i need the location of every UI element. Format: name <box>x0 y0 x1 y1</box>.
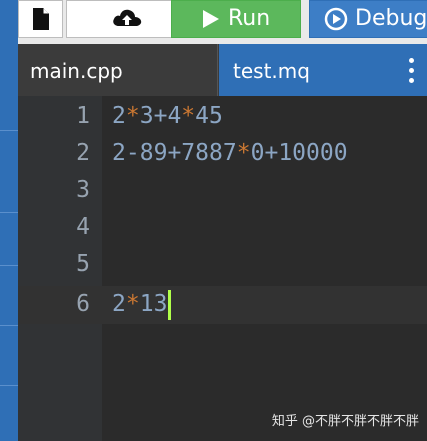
watermark: 知乎 @不胖不胖不胖不胖 <box>271 414 419 429</box>
cloud-upload-icon <box>113 9 142 26</box>
file-icon <box>33 8 49 30</box>
line-code: 2*3+4*45 <box>112 98 223 135</box>
tab-test-mq[interactable]: test.mq <box>219 44 412 96</box>
line-number: 2 <box>76 140 90 166</box>
toolbar: Run Debug <box>18 0 427 44</box>
line-number: 6 <box>76 291 90 317</box>
text-cursor <box>168 289 172 320</box>
line-number: 5 <box>76 251 90 277</box>
code-line[interactable]: 4 <box>0 209 427 246</box>
tab-main-cpp[interactable]: main.cpp <box>18 44 218 96</box>
line-number: 1 <box>76 103 90 129</box>
tab-more-button[interactable] <box>395 44 427 96</box>
file-tabs: main.cpp test.mq <box>18 44 427 96</box>
run-button[interactable]: Run <box>171 0 301 38</box>
code-line[interactable]: 3 <box>0 172 427 209</box>
code-text: 2*13 <box>112 291 168 317</box>
code-line[interactable]: 5 <box>0 246 427 283</box>
debug-button[interactable]: Debug <box>309 0 427 38</box>
upload-button[interactable] <box>66 0 184 38</box>
code-text: 2*3+4*45 <box>112 103 223 129</box>
code-line[interactable]: 1 2*3+4*45 <box>0 98 427 135</box>
play-icon <box>203 10 219 28</box>
more-vertical-icon <box>409 58 414 88</box>
code-line-current[interactable]: 6 2*13 <box>0 286 427 323</box>
new-file-button[interactable] <box>18 0 63 38</box>
line-number: 3 <box>76 177 90 203</box>
debug-button-label: Debug <box>355 6 427 31</box>
code-text: 2-89+7887*0+10000 <box>112 140 348 166</box>
line-code: 2-89+7887*0+10000 <box>112 135 348 172</box>
tab-label: main.cpp <box>30 59 123 83</box>
tab-label: test.mq <box>233 59 310 83</box>
line-code: 2*13 <box>112 286 172 323</box>
play-circle-icon <box>324 7 348 31</box>
code-lines[interactable]: 1 2*3+4*45 2 2-89+7887*0+10000 3 4 5 6 2… <box>0 96 427 441</box>
code-line[interactable]: 2 2-89+7887*0+10000 <box>0 135 427 172</box>
run-button-label: Run <box>228 6 271 31</box>
line-number: 4 <box>76 214 90 240</box>
